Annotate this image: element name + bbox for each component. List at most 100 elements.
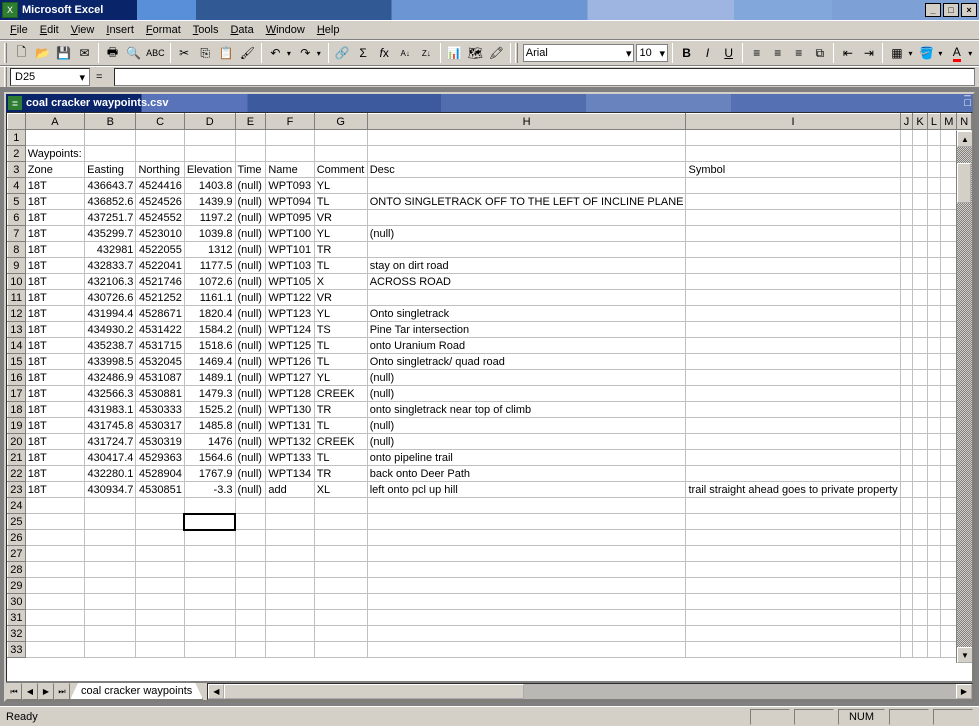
cell[interactable] (686, 594, 900, 610)
cell[interactable] (927, 514, 940, 530)
cell[interactable]: (null) (235, 194, 266, 210)
cell[interactable] (913, 498, 927, 514)
cell[interactable] (686, 642, 900, 658)
cell[interactable] (235, 610, 266, 626)
cell[interactable] (314, 130, 367, 146)
cell[interactable] (266, 642, 314, 658)
cell[interactable] (686, 274, 900, 290)
cell[interactable]: 430417.4 (85, 450, 136, 466)
cell[interactable]: (null) (235, 242, 266, 258)
cell[interactable] (900, 578, 913, 594)
cell[interactable]: TL (314, 194, 367, 210)
cell[interactable] (686, 434, 900, 450)
cell[interactable] (913, 338, 927, 354)
cell[interactable]: 4530319 (136, 434, 184, 450)
cell[interactable]: 18T (25, 482, 84, 498)
fill-dropdown[interactable]: ▾ (938, 49, 945, 58)
cell[interactable]: 18T (25, 450, 84, 466)
cell[interactable] (136, 626, 184, 642)
copy-icon[interactable]: ⎘ (196, 42, 215, 64)
cell[interactable] (927, 530, 940, 546)
cell[interactable] (266, 594, 314, 610)
cell[interactable] (927, 466, 940, 482)
cell[interactable]: 18T (25, 370, 84, 386)
cell[interactable] (913, 274, 927, 290)
cell[interactable] (941, 226, 957, 242)
cell[interactable] (927, 306, 940, 322)
cell[interactable] (266, 130, 314, 146)
cell[interactable]: 18T (25, 434, 84, 450)
vertical-scrollbar[interactable]: ▲ ▼ (956, 131, 972, 663)
cell[interactable] (913, 258, 927, 274)
cell[interactable] (913, 578, 927, 594)
cell[interactable] (941, 258, 957, 274)
cell[interactable] (686, 338, 900, 354)
cell[interactable]: 430934.7 (85, 482, 136, 498)
undo-dropdown[interactable]: ▾ (287, 49, 294, 58)
row-header[interactable]: 20 (8, 434, 26, 450)
cell[interactable]: CREEK (314, 386, 367, 402)
row-header[interactable]: 14 (8, 338, 26, 354)
maximize-button[interactable]: □ (943, 3, 959, 17)
cell[interactable] (367, 546, 686, 562)
cell[interactable]: 1312 (184, 242, 235, 258)
cell[interactable] (941, 482, 957, 498)
cell[interactable]: (null) (367, 226, 686, 242)
formula-bar[interactable] (114, 68, 975, 86)
row-header[interactable]: 15 (8, 354, 26, 370)
menu-edit[interactable]: Edit (34, 22, 65, 38)
cell[interactable] (941, 162, 957, 178)
col-header-L[interactable]: L (927, 114, 940, 130)
cell[interactable]: (null) (235, 450, 266, 466)
cell[interactable]: 436852.6 (85, 194, 136, 210)
cell[interactable]: (null) (235, 178, 266, 194)
cell[interactable] (686, 258, 900, 274)
cell[interactable]: 18T (25, 210, 84, 226)
cell[interactable] (314, 546, 367, 562)
cell[interactable]: trail straight ahead goes to private pro… (686, 482, 900, 498)
cell[interactable] (686, 290, 900, 306)
menu-format[interactable]: Format (140, 22, 187, 38)
fontcolor-dropdown[interactable]: ▾ (968, 49, 975, 58)
cell[interactable] (686, 514, 900, 530)
cell[interactable] (686, 146, 900, 162)
cell[interactable]: 1564.6 (184, 450, 235, 466)
scroll-right-button[interactable]: ▶ (956, 684, 972, 699)
cell[interactable] (85, 146, 136, 162)
cell[interactable]: 18T (25, 402, 84, 418)
cell[interactable] (314, 610, 367, 626)
cell[interactable] (266, 530, 314, 546)
cell[interactable] (136, 514, 184, 530)
row-header[interactable]: 11 (8, 290, 26, 306)
cell[interactable]: 18T (25, 338, 84, 354)
menu-insert[interactable]: Insert (100, 22, 140, 38)
cell[interactable]: (null) (235, 290, 266, 306)
cell[interactable] (25, 546, 84, 562)
cell[interactable] (367, 242, 686, 258)
font-color-icon[interactable]: A (947, 42, 966, 64)
cell[interactable] (913, 226, 927, 242)
cell[interactable]: WPT093 (266, 178, 314, 194)
cell[interactable]: 435299.7 (85, 226, 136, 242)
cell[interactable] (314, 530, 367, 546)
cell[interactable]: 18T (25, 194, 84, 210)
sort-asc-icon[interactable]: A↓ (396, 42, 415, 64)
toolbar-handle[interactable] (4, 67, 7, 87)
cell[interactable] (927, 194, 940, 210)
cell[interactable]: 18T (25, 466, 84, 482)
col-header-G[interactable]: G (314, 114, 367, 130)
redo-icon[interactable]: ↷ (296, 42, 315, 64)
cell[interactable] (941, 434, 957, 450)
cell[interactable] (913, 434, 927, 450)
cell[interactable] (367, 578, 686, 594)
cell[interactable] (686, 306, 900, 322)
cell[interactable] (367, 626, 686, 642)
cell[interactable]: WPT132 (266, 434, 314, 450)
col-header-F[interactable]: F (266, 114, 314, 130)
cell[interactable]: (null) (235, 386, 266, 402)
menu-help[interactable]: Help (311, 22, 346, 38)
cell[interactable] (85, 594, 136, 610)
cell[interactable] (136, 530, 184, 546)
row-header[interactable]: 25 (8, 514, 26, 530)
cell[interactable] (235, 514, 266, 530)
